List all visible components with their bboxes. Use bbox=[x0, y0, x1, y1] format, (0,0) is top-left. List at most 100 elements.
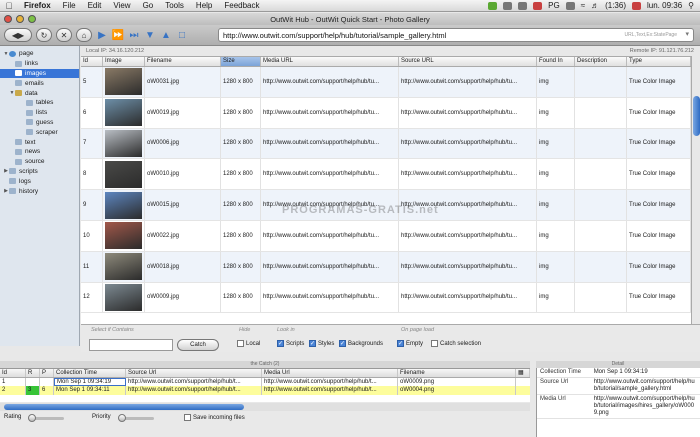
menu-go[interactable]: Go bbox=[137, 1, 160, 10]
sidebar-item-scripts[interactable]: ▶ scripts bbox=[0, 167, 79, 177]
col-id-header[interactable]: Id bbox=[81, 57, 103, 66]
select-if-contains-input[interactable] bbox=[89, 339, 173, 351]
sidebar-item-source[interactable]: source bbox=[0, 157, 79, 167]
sidebar-item-history[interactable]: ▶ history bbox=[0, 186, 79, 196]
image-thumbnail[interactable] bbox=[105, 222, 142, 250]
table-row[interactable]: 6 oW0019.jpg 1280 x 800 http://www.outwit.c… bbox=[81, 97, 691, 129]
cell-image[interactable] bbox=[103, 282, 145, 313]
table-row[interactable]: 10 oW0022.jpg 1280 x 800 http://www.outwit.… bbox=[81, 220, 691, 252]
priority-slider[interactable] bbox=[118, 414, 154, 422]
table-row[interactable]: 8 oW0010.jpg 1280 x 800 http://www.outwit.c… bbox=[81, 159, 691, 191]
col-size-header[interactable]: Size bbox=[221, 57, 261, 66]
checkbox-box[interactable]: ✓ bbox=[309, 340, 316, 347]
image-thumbnail[interactable] bbox=[105, 129, 142, 157]
sidebar-item-links[interactable]: links bbox=[0, 59, 79, 69]
menu-edit[interactable]: Edit bbox=[82, 1, 108, 10]
catch-row[interactable]: 2 3 6 Mon Sep 1 09:34:11 http://www.outw… bbox=[0, 386, 530, 395]
tray-app-icon[interactable] bbox=[488, 1, 498, 10]
catch-col-source-url[interactable]: Source Url bbox=[126, 369, 262, 377]
menu-tools[interactable]: Tools bbox=[159, 1, 190, 10]
volume-icon[interactable]: ♬ bbox=[591, 1, 599, 10]
detail-value[interactable]: http://www.outwit.com/support/help/hub/t… bbox=[591, 378, 700, 394]
catch-button[interactable]: Catch bbox=[177, 339, 219, 351]
catch-col-filename[interactable]: Filename bbox=[398, 369, 516, 377]
tray-monitor-icon[interactable] bbox=[518, 1, 528, 10]
next-page-icon[interactable]: ⏩ bbox=[112, 29, 124, 41]
scrollbar-thumb[interactable] bbox=[4, 404, 244, 410]
menu-view[interactable]: View bbox=[107, 1, 136, 10]
dig-icon[interactable]: ▼ bbox=[144, 29, 156, 41]
url-field[interactable]: http://www.outwit.com/support/help/hub/t… bbox=[218, 28, 694, 42]
stop-button[interactable]: ✕ bbox=[56, 28, 72, 42]
image-thumbnail[interactable] bbox=[105, 253, 142, 281]
styles-checkbox[interactable]: ✓ Styles bbox=[309, 340, 334, 347]
image-thumbnail[interactable] bbox=[105, 99, 142, 127]
sidebar-item-emails[interactable]: emails bbox=[0, 78, 79, 88]
col-found-in-header[interactable]: Found In bbox=[537, 57, 575, 66]
reload-button[interactable]: ↻ bbox=[36, 28, 52, 42]
sidebar-item-logs[interactable]: logs bbox=[0, 176, 79, 186]
col-image-header[interactable]: Image bbox=[103, 57, 145, 66]
checkbox-box[interactable]: ✓ bbox=[277, 340, 284, 347]
sidebar-item-tables[interactable]: tables bbox=[0, 98, 79, 108]
catch-row[interactable]: 1 Mon Sep 1 09:34:19 http://www.outwit.c… bbox=[0, 377, 530, 386]
flag-up-icon[interactable]: ▲ bbox=[160, 29, 172, 41]
grid-vertical-scrollbar[interactable] bbox=[691, 56, 700, 324]
table-row[interactable]: 12 oW0009.jpg 1280 x 800 http://www.outwit.… bbox=[81, 282, 691, 314]
scrollbar-thumb[interactable] bbox=[693, 96, 700, 136]
column-picker-icon[interactable]: ▦ bbox=[516, 369, 530, 377]
sidebar-item-data[interactable]: ▼ data bbox=[0, 88, 79, 98]
spotlight-icon[interactable]: ⚲ bbox=[688, 1, 694, 10]
local-checkbox[interactable]: Local bbox=[237, 340, 260, 347]
minimize-window-button[interactable] bbox=[16, 15, 24, 23]
menu-help[interactable]: Help bbox=[190, 1, 218, 10]
table-row[interactable]: 5 oW0031.jpg 1280 x 800 http://www.outwit.c… bbox=[81, 67, 691, 98]
catch-col-collection-time[interactable]: Collection Time bbox=[54, 369, 126, 377]
sidebar-item-lists[interactable]: lists bbox=[0, 108, 79, 118]
wifi-icon[interactable]: ≈ bbox=[581, 1, 585, 10]
rating-slider[interactable] bbox=[28, 414, 64, 422]
play-icon[interactable]: ▶ bbox=[96, 29, 108, 41]
cell-image[interactable] bbox=[103, 97, 145, 128]
cell-image[interactable] bbox=[103, 67, 145, 97]
cell-image[interactable] bbox=[103, 190, 145, 220]
catch-col-r[interactable]: R bbox=[26, 369, 40, 377]
checkbox-box[interactable] bbox=[237, 340, 244, 347]
cell-image[interactable] bbox=[103, 159, 145, 190]
tray-alert-icon[interactable] bbox=[533, 1, 543, 10]
col-description-header[interactable]: Description bbox=[575, 57, 627, 66]
sidebar-item-news[interactable]: news bbox=[0, 147, 79, 157]
cell-image[interactable] bbox=[103, 251, 145, 282]
sidebar-item-images[interactable]: images bbox=[0, 68, 79, 79]
tray-pg-text[interactable]: PG bbox=[548, 1, 560, 10]
save-incoming-checkbox[interactable]: Save incoming files bbox=[184, 414, 245, 421]
backgrounds-checkbox[interactable]: ✓ Backgrounds bbox=[339, 340, 383, 347]
image-thumbnail[interactable] bbox=[105, 283, 142, 311]
sidebar-item-page[interactable]: ▼ page bbox=[0, 49, 79, 59]
menu-feedback[interactable]: Feedback bbox=[218, 1, 265, 10]
catch-selection-checkbox[interactable]: Catch selection bbox=[431, 340, 481, 347]
slider-thumb[interactable] bbox=[118, 414, 126, 422]
detail-value[interactable]: Mon Sep 1 09:34:19 bbox=[591, 368, 700, 377]
empty-checkbox[interactable]: ✓ Empty bbox=[397, 340, 423, 347]
apple-menu-icon[interactable]:  bbox=[0, 1, 18, 11]
catch-col-id[interactable]: Id bbox=[0, 369, 26, 377]
table-row[interactable]: 7 oW0006.jpg 1280 x 800 http://www.outwit.c… bbox=[81, 128, 691, 160]
col-source-url-header[interactable]: Source URL bbox=[399, 57, 537, 66]
slider-thumb[interactable] bbox=[28, 414, 36, 422]
table-row[interactable]: 11 oW0018.jpg 1280 x 800 http://www.outwit.… bbox=[81, 251, 691, 283]
back-forward-button[interactable]: ◀ ▶ bbox=[4, 28, 32, 42]
zoom-window-button[interactable] bbox=[28, 15, 36, 23]
menu-file[interactable]: File bbox=[57, 1, 82, 10]
detail-value[interactable]: http://www.outwit.com/support/help/hub/t… bbox=[591, 395, 700, 418]
browse-icon[interactable]: ⏭ bbox=[128, 29, 140, 41]
battery-text[interactable]: (1:36) bbox=[605, 1, 626, 10]
image-thumbnail[interactable] bbox=[105, 191, 142, 219]
col-filename-header[interactable]: Filename bbox=[145, 57, 221, 66]
checkbox-box[interactable] bbox=[431, 340, 438, 347]
menu-app[interactable]: Firefox bbox=[18, 1, 57, 10]
catch-horizontal-scrollbar[interactable] bbox=[0, 403, 530, 411]
checkbox-box[interactable] bbox=[184, 414, 191, 421]
col-media-url-header[interactable]: Media URL bbox=[261, 57, 399, 66]
checkbox-box[interactable]: ✓ bbox=[339, 340, 346, 347]
